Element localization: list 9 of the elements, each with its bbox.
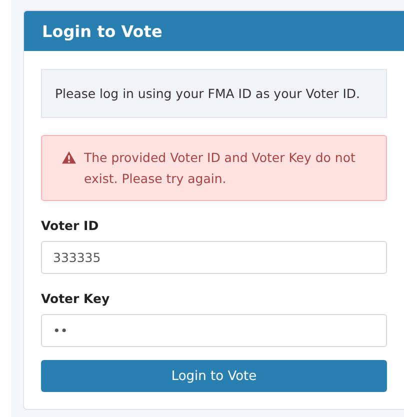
info-message: Please log in using your FMA ID as your Voter ID.	[41, 69, 387, 118]
input-field[interactable]: ••	[41, 314, 387, 347]
login-button[interactable]: Login to Vote	[41, 360, 387, 392]
field-label: Voter Key	[41, 291, 111, 306]
error-message: The provided Voter ID and Voter Key do not exist. Please try again.	[84, 149, 356, 188]
input-field[interactable]: 333335	[41, 241, 387, 274]
panel-title: Login to Vote	[42, 22, 162, 40]
warning-icon	[62, 151, 76, 164]
field-label: Voter ID	[41, 218, 100, 233]
